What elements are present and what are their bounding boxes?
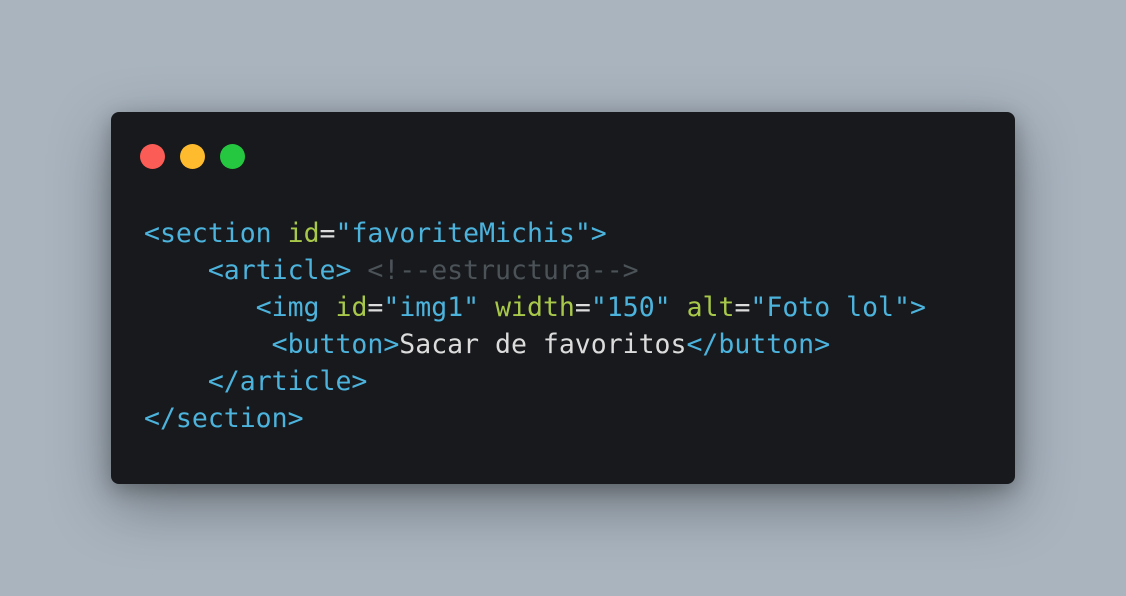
tag-open: <button> <box>271 329 400 360</box>
maximize-icon[interactable] <box>220 144 245 169</box>
tag-open: <section <box>144 218 272 249</box>
code-line-4: <button>Sacar de favoritos</button> <box>144 326 926 363</box>
text-content: Sacar de favoritos <box>399 329 687 360</box>
tag-close: > <box>909 292 926 323</box>
code-line-3: <img id="img1" width="150" alt="Foto lol… <box>144 289 926 326</box>
attribute-value: "150" <box>590 292 671 323</box>
tag-close: </button> <box>686 329 831 360</box>
code-line-2: <article> <!--estructura--> <box>144 252 926 289</box>
tag: </article> <box>207 366 368 397</box>
attribute-value: "Foto lol" <box>750 292 910 323</box>
tag: <article> <box>207 255 352 286</box>
equals-sign: = <box>319 218 336 249</box>
attribute-value: "favoriteMichis" <box>335 218 591 249</box>
attribute-name: width <box>495 292 575 323</box>
equals-sign: = <box>574 292 591 323</box>
attribute-name: id <box>335 292 368 323</box>
code-block: <section id="favoriteMichis"> <article> … <box>144 215 926 437</box>
code-window: <section id="favoriteMichis"> <article> … <box>111 112 1015 484</box>
attribute-name: id <box>287 218 320 249</box>
close-icon[interactable] <box>140 144 165 169</box>
tag-close: > <box>590 218 607 249</box>
code-line-1: <section id="favoriteMichis"> <box>144 215 926 252</box>
tag: </section> <box>144 403 304 434</box>
equals-sign: = <box>734 292 751 323</box>
minimize-icon[interactable] <box>180 144 205 169</box>
tag-open: <img <box>255 292 320 323</box>
comment: <!--estructura--> <box>367 255 639 286</box>
attribute-name: alt <box>686 292 735 323</box>
attribute-value: "img1" <box>383 292 480 323</box>
code-line-6: </section> <box>144 400 926 437</box>
equals-sign: = <box>367 292 384 323</box>
code-line-5: </article> <box>144 363 926 400</box>
